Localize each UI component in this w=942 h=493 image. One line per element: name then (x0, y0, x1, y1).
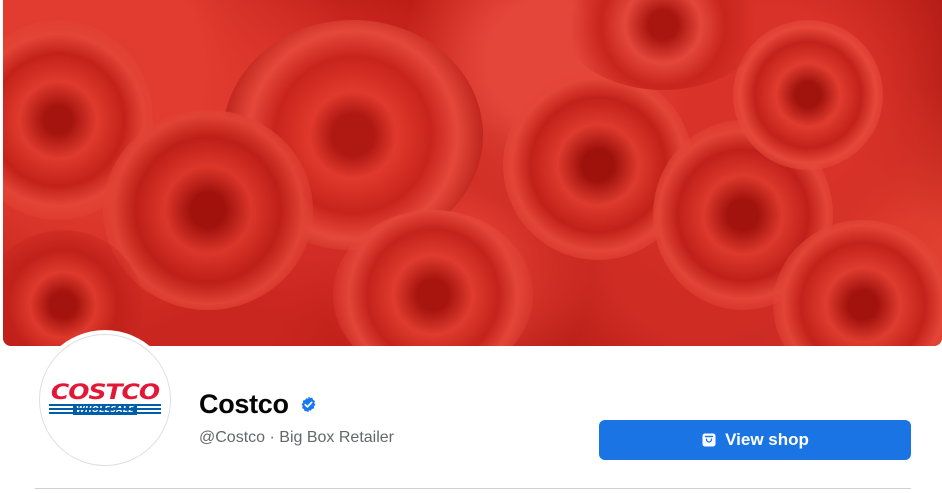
view-shop-button[interactable]: View shop (599, 420, 911, 460)
logo-wordmark: COSTCO (50, 379, 160, 404)
profile-avatar[interactable]: COSTCO WHOLESALE (39, 334, 171, 466)
costco-logo: COSTCO WHOLESALE (49, 380, 161, 420)
view-shop-label: View shop (725, 430, 809, 449)
page-subtitle: @Costco · Big Box Retailer (199, 428, 394, 448)
page-handle: @Costco (199, 429, 266, 446)
cover-photo[interactable] (3, 0, 942, 346)
verified-badge-icon (300, 396, 317, 413)
subtitle-separator: · (269, 429, 275, 446)
page-title: Costco (199, 389, 289, 419)
shopping-bag-icon (701, 432, 717, 448)
logo-stripes (49, 404, 161, 414)
page-category: Big Box Retailer (279, 429, 394, 446)
section-divider (35, 488, 911, 489)
